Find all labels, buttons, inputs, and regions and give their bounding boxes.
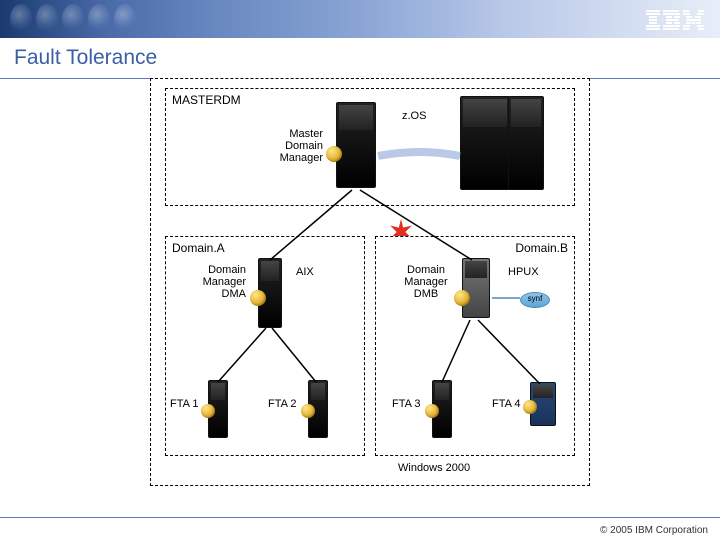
zos-server-icon-2 — [508, 96, 544, 190]
zos-label: z.OS — [402, 110, 426, 122]
diagram-canvas: MASTERDM Master Domain Manager z.OS Doma… — [0, 78, 720, 518]
master-server-icon — [336, 102, 376, 188]
aix-label: AIX — [296, 266, 314, 278]
fta2-orb-icon — [301, 404, 315, 418]
copyright: © 2005 IBM Corporation — [600, 525, 708, 536]
dma-orb-icon — [250, 290, 266, 306]
ibm-logo — [646, 10, 704, 30]
dma-label: Domain Manager DMA — [190, 264, 246, 300]
domainb-label: Domain.B — [515, 241, 568, 255]
fta4-orb-icon — [523, 400, 537, 414]
masterdm-label: MASTERDM — [172, 93, 241, 107]
windows-label: Windows 2000 — [398, 462, 470, 474]
footer-rule — [0, 517, 720, 518]
fta4-label: FTA 4 — [492, 398, 521, 410]
synf-label: synf — [520, 294, 550, 303]
title-bar — [0, 0, 720, 38]
dmb-label: Domain Manager DMB — [398, 264, 454, 300]
page-title: Fault Tolerance — [0, 38, 720, 79]
dmb-server-icon — [462, 258, 490, 318]
fta1-label: FTA 1 — [170, 398, 199, 410]
fta3-orb-icon — [425, 404, 439, 418]
master-orb-icon — [326, 146, 342, 162]
fta1-orb-icon — [201, 404, 215, 418]
master-manager-label: Master Domain Manager — [263, 128, 323, 164]
dmb-orb-icon — [454, 290, 470, 306]
zos-server-icon — [460, 96, 510, 190]
decorative-dots — [10, 4, 136, 34]
hpux-label: HPUX — [508, 266, 539, 278]
fta3-label: FTA 3 — [392, 398, 421, 410]
domaina-label: Domain.A — [172, 241, 225, 255]
fta2-label: FTA 2 — [268, 398, 297, 410]
